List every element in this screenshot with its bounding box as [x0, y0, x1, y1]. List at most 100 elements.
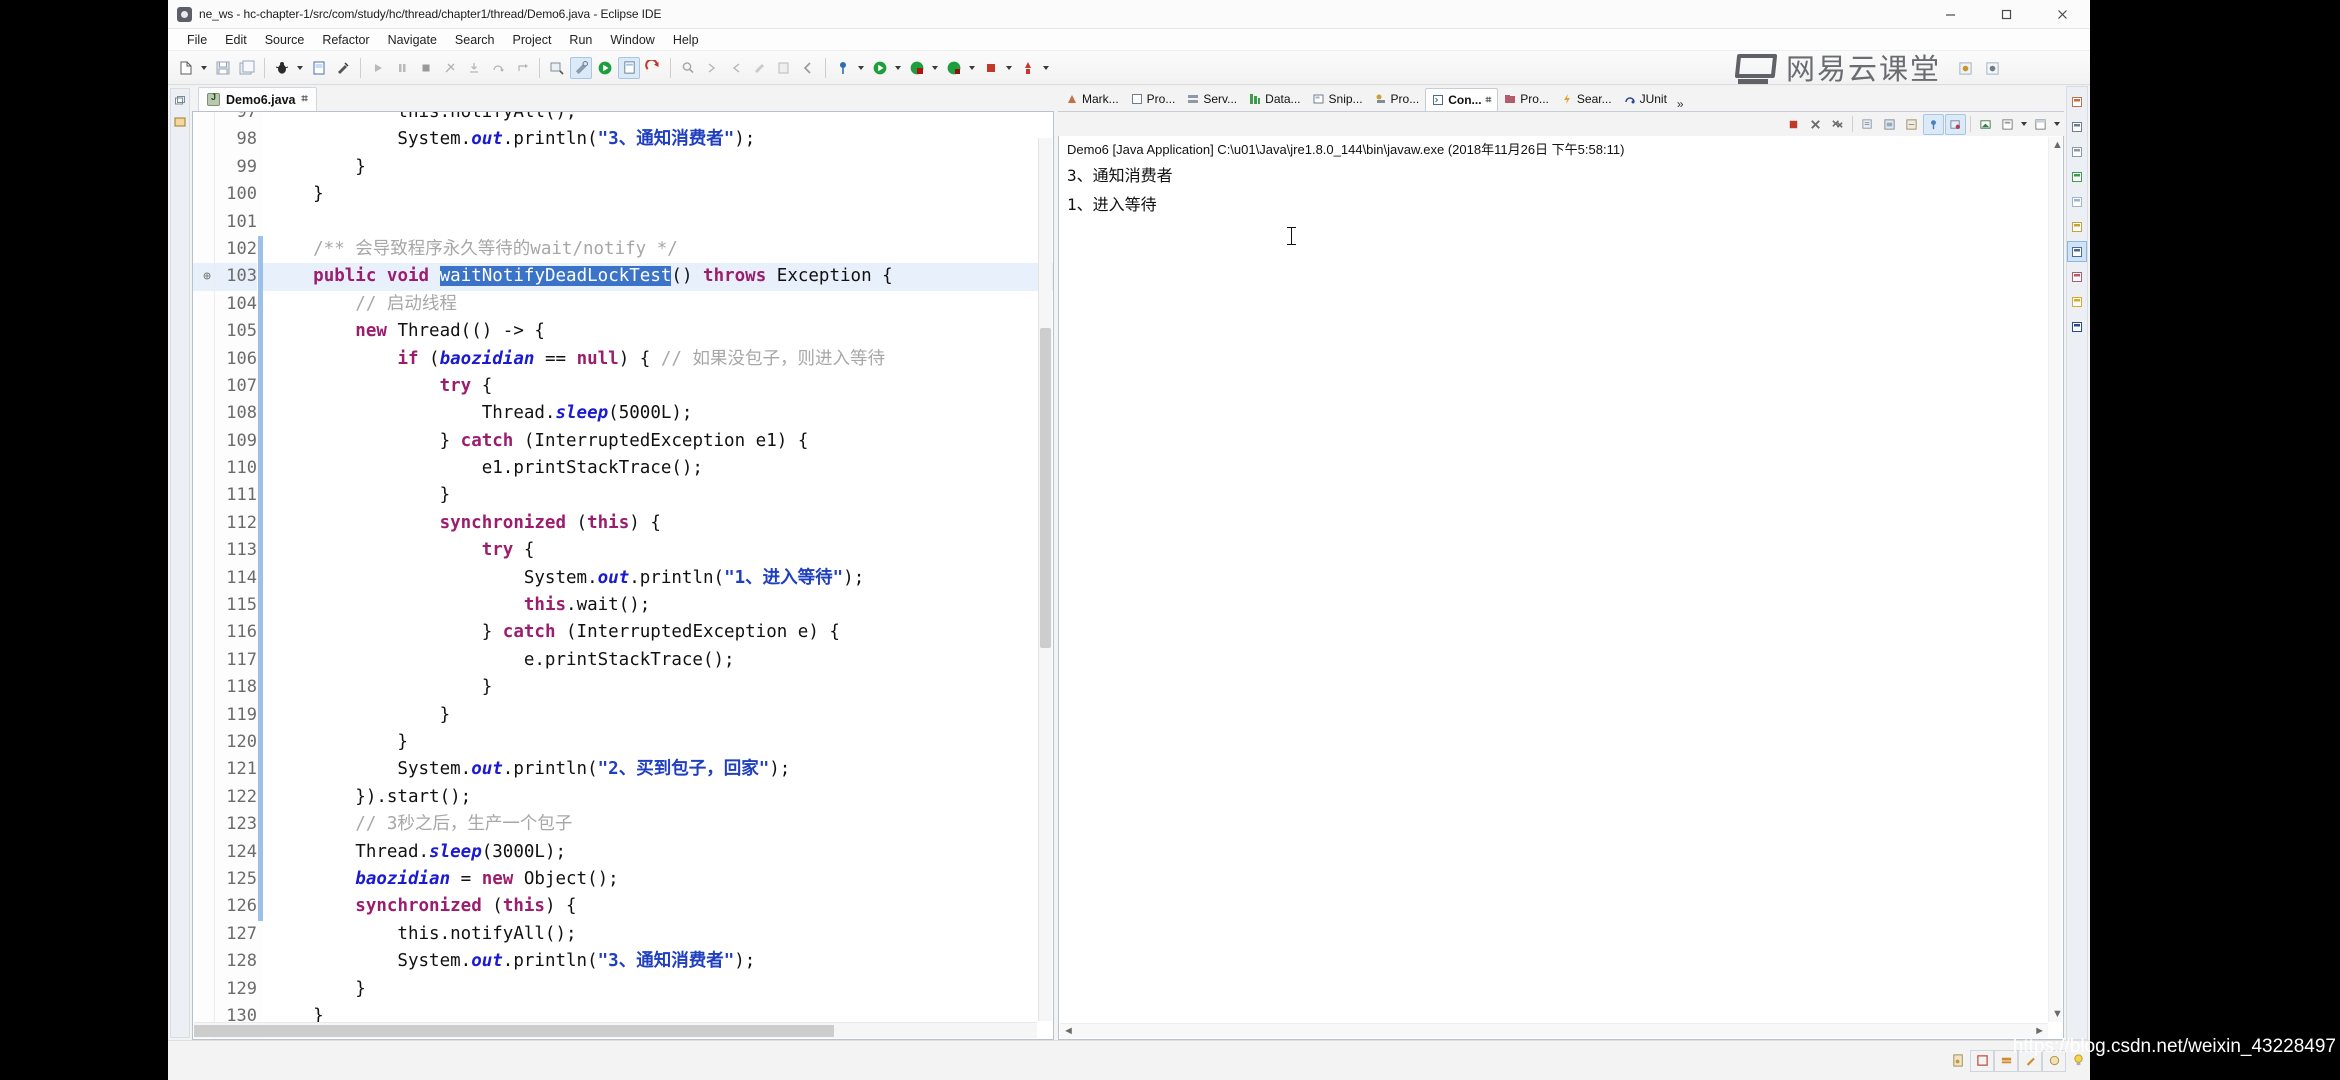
console-tab-problems[interactable]: Pro... — [1498, 87, 1555, 111]
search-toolbar-icon[interactable] — [677, 57, 699, 79]
editor-code-line[interactable]: this.notifyAll(); — [263, 921, 1053, 948]
editor-code-line[interactable]: e.printStackTrace(); — [263, 647, 1053, 674]
editor-code-line[interactable]: /** 会导致程序永久等待的wait/notify */ — [263, 236, 1053, 263]
editor-code-line[interactable]: Thread.sleep(5000L); — [263, 400, 1053, 427]
editor-line-marker[interactable] — [193, 592, 214, 619]
console-output-panel[interactable]: Demo6 [Java Application] C:\u01\Java\jre… — [1058, 136, 2064, 1040]
editor-code-line[interactable]: // 3秒之后，生产一个包子 — [263, 811, 1053, 838]
editor-line-marker[interactable] — [193, 126, 214, 153]
editor-line-marker[interactable]: ⊕ — [193, 263, 214, 291]
display-selected-console-icon[interactable] — [1945, 113, 1966, 135]
editor-line-marker[interactable] — [193, 702, 214, 729]
editor-line-marker[interactable] — [193, 565, 214, 592]
back-icon[interactable] — [797, 57, 819, 79]
pin-blue-icon[interactable] — [832, 57, 854, 79]
editor-line-marker[interactable] — [193, 236, 214, 263]
editor-code-line[interactable]: } catch (InterruptedException e1) { — [263, 428, 1053, 455]
perspective-debug-icon[interactable] — [1981, 58, 2003, 80]
open-perspective-icon[interactable] — [618, 56, 640, 79]
pin-dropdown-icon[interactable] — [855, 57, 866, 79]
debug-dropdown-icon[interactable] — [294, 57, 305, 79]
editor-body[interactable]: ⊕ 97 98 99 100 101 102 103 104 105 106 107 108 109 11… — [192, 111, 1054, 1040]
editor-line-marker[interactable] — [193, 647, 214, 674]
editor-line-marker[interactable] — [193, 619, 214, 646]
data-source-icon[interactable] — [2067, 166, 2087, 187]
console-tab-properties[interactable]: Pro... — [1125, 87, 1182, 111]
next-annotation-icon[interactable] — [701, 57, 723, 79]
terminate-icon[interactable] — [1783, 114, 1804, 135]
editor-tab-pin-icon[interactable]: ⌗ — [301, 93, 307, 106]
editor-line-marker[interactable] — [193, 729, 214, 756]
minimize-view-icon[interactable] — [2030, 114, 2051, 135]
disconnect-icon[interactable] — [439, 57, 461, 79]
editor-line-marker[interactable] — [193, 784, 214, 811]
open-console-icon[interactable] — [1975, 114, 1996, 135]
progress-icon[interactable] — [2067, 216, 2087, 237]
step-over-icon[interactable] — [487, 57, 509, 79]
editor-code-line[interactable]: if (baozidian == null) { // 如果没包子，则进入等待 — [263, 346, 1053, 373]
editor-code-line[interactable]: e1.printStackTrace(); — [263, 455, 1053, 482]
writable-icon[interactable] — [1946, 1050, 1970, 1072]
snippets-icon[interactable] — [2067, 191, 2087, 212]
run-history-icon[interactable] — [642, 57, 664, 79]
remove-launch-icon[interactable] — [1805, 114, 1826, 135]
editor-line-marker[interactable] — [193, 976, 214, 1003]
restore-icon[interactable] — [171, 92, 189, 110]
build-icon[interactable] — [546, 57, 568, 79]
editor-line-marker[interactable] — [193, 811, 214, 838]
console-icon[interactable] — [2067, 241, 2087, 262]
editor-line-marker[interactable] — [193, 181, 214, 208]
editor-line-marker[interactable] — [193, 674, 214, 701]
editor-code-line[interactable]: } — [263, 181, 1053, 208]
editor-code-line[interactable]: // 启动线程 — [263, 291, 1053, 318]
stop-red-icon[interactable] — [980, 57, 1002, 79]
debug-as-icon[interactable] — [943, 57, 965, 79]
editor-code-line[interactable]: } — [263, 674, 1053, 701]
console-tab-data-source[interactable]: Data... — [1243, 87, 1306, 111]
editor-line-marker[interactable] — [193, 455, 214, 482]
console-menu-icon[interactable] — [1997, 114, 2018, 135]
console-vertical-scrollbar[interactable]: ▲ ▼ — [2048, 137, 2063, 1022]
profile-as-icon[interactable] — [1017, 57, 1039, 79]
editor-line-marker[interactable] — [193, 154, 214, 181]
editor-line-marker[interactable] — [193, 921, 214, 948]
console-tab-search[interactable]: Sear... — [1555, 87, 1618, 111]
scroll-lock-icon[interactable] — [1879, 114, 1900, 135]
editor-code-line[interactable]: synchronized (this) { — [263, 510, 1053, 537]
debug-as-dropdown-icon[interactable] — [966, 57, 977, 79]
run-last-tool-icon[interactable] — [570, 56, 592, 79]
properties-icon[interactable] — [2067, 116, 2087, 137]
editor-code-line[interactable]: } — [263, 482, 1053, 509]
console-horizontal-scrollbar[interactable]: ◄ ► — [1060, 1023, 2048, 1038]
editor-line-marker[interactable] — [193, 428, 214, 455]
editor-line-marker[interactable] — [193, 318, 214, 345]
editor-vscroll-thumb[interactable] — [1040, 328, 1051, 648]
menu-project[interactable]: Project — [504, 31, 561, 49]
menu-help[interactable]: Help — [664, 31, 708, 49]
editor-code-line[interactable]: try { — [263, 537, 1053, 564]
editor-code-line[interactable]: System.out.println("1、进入等待"); — [263, 565, 1053, 592]
external-tools-icon[interactable] — [332, 57, 354, 79]
console-tab-progress[interactable]: Pro... — [1369, 87, 1426, 111]
editor-line-marker[interactable] — [193, 112, 214, 126]
editor-marker-gutter[interactable]: ⊕ — [193, 112, 215, 1039]
last-edit-location-icon[interactable] — [749, 57, 771, 79]
editor-code-line[interactable]: this.notifyAll(); — [263, 112, 1053, 126]
menu-edit[interactable]: Edit — [216, 31, 256, 49]
scroll-up-arrow-icon[interactable]: ▲ — [2052, 139, 2063, 151]
new-wizard-icon[interactable] — [175, 57, 197, 79]
editor-code-line[interactable]: try { — [263, 373, 1053, 400]
editor-line-marker[interactable] — [193, 839, 214, 866]
editor-code-line[interactable]: } catch (InterruptedException e) { — [263, 619, 1053, 646]
new-wizard-dropdown-icon[interactable] — [198, 57, 209, 79]
editor-code[interactable]: this.notifyAll(); System.out.println("3、… — [263, 112, 1053, 1039]
editor-code-line[interactable]: System.out.println("2、买到包子，回家"); — [263, 756, 1053, 783]
step-into-icon[interactable] — [463, 57, 485, 79]
profile-dropdown-icon[interactable] — [1040, 57, 1051, 79]
maximize-button[interactable] — [1978, 0, 2034, 29]
coverage-dropdown-icon[interactable] — [929, 57, 940, 79]
editor-code-line[interactable]: baozidian = new Object(); — [263, 866, 1053, 893]
suspend-icon[interactable] — [391, 57, 413, 79]
editor-code-line[interactable]: Thread.sleep(3000L); — [263, 839, 1053, 866]
editor-line-marker[interactable] — [193, 346, 214, 373]
